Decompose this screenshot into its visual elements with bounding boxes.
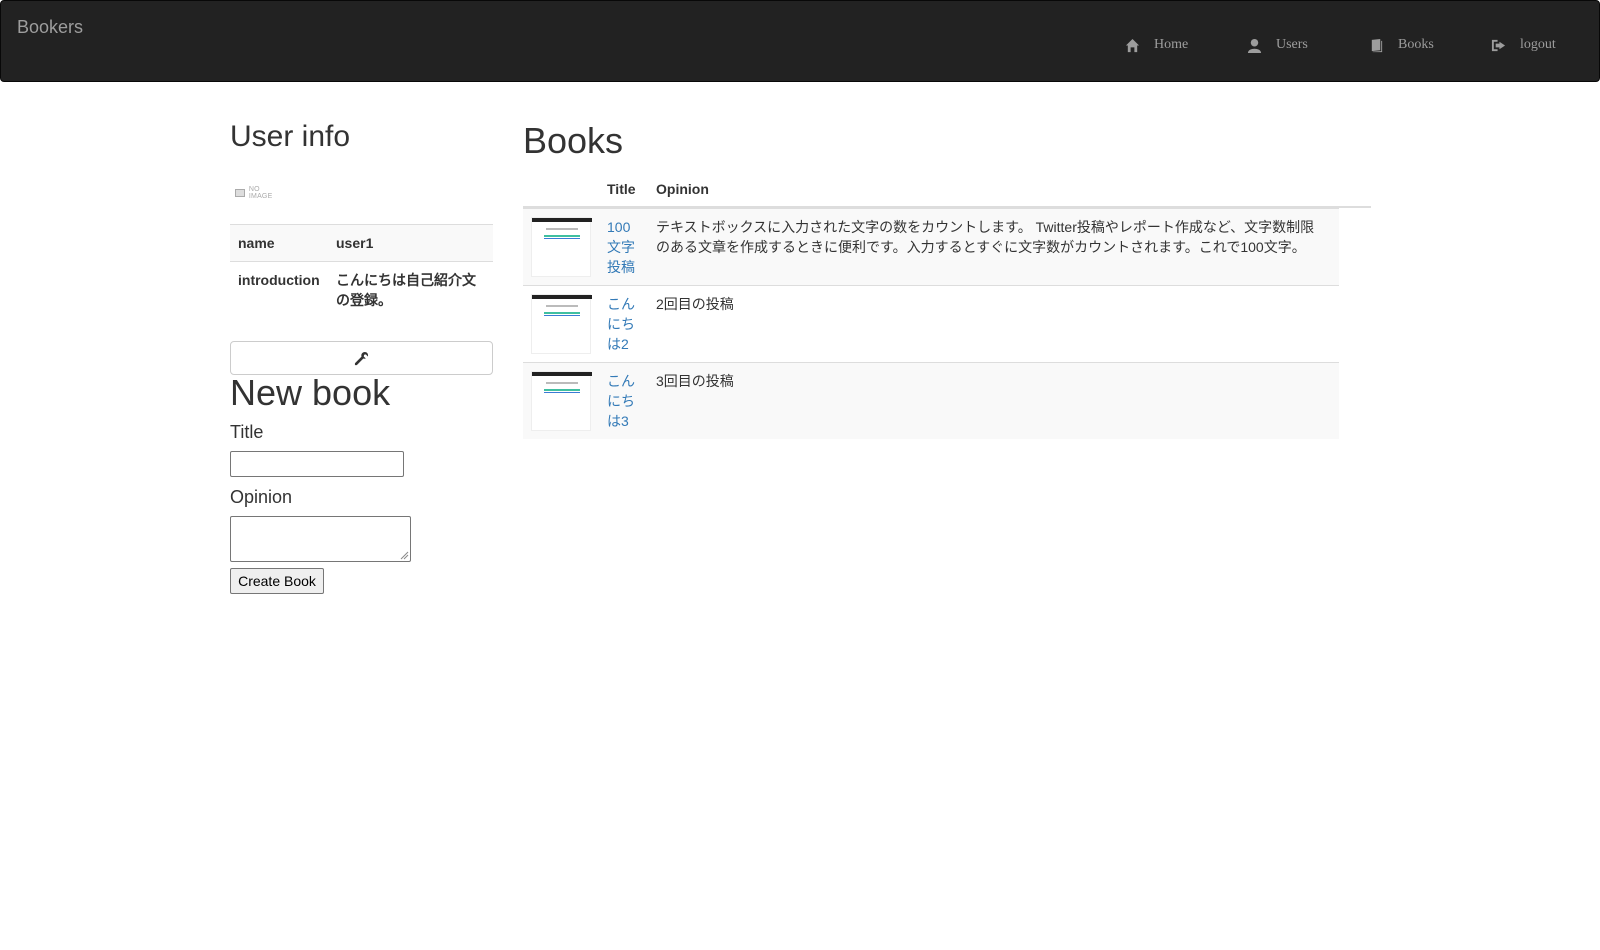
nav-home-label: Home — [1154, 37, 1189, 52]
user-name-value: user1 — [328, 224, 493, 262]
user-row-introduction: introduction こんにちは自己紹介文の登録。 — [230, 261, 493, 318]
user-name-key: name — [230, 224, 328, 262]
book-title-link[interactable]: 100文字投稿 — [607, 217, 639, 277]
book-title-link[interactable]: こんにちは3 — [607, 371, 639, 431]
opinion-label: Opinion — [230, 487, 293, 507]
title-label: Title — [230, 422, 264, 442]
nav-home[interactable]: Home — [1125, 35, 1188, 55]
column-header-title: Title — [607, 181, 636, 197]
books-heading: Books — [523, 120, 624, 161]
nav-logout-label: logout — [1520, 37, 1556, 52]
profile-image: NO IMAGE — [235, 186, 285, 200]
user-info-table: name user1 introduction こんにちは自己紹介文の登録。 — [230, 224, 493, 318]
user-row-name: name user1 — [230, 224, 493, 262]
edit-profile-button[interactable] — [230, 341, 493, 375]
top-navbar: Bookers Home Users Books logout — [0, 0, 1600, 82]
book-thumbnail[interactable] — [531, 294, 592, 354]
book-title-link[interactable]: こんにちは2 — [607, 294, 639, 354]
new-book-heading: New book — [230, 372, 391, 413]
wrench-icon — [354, 351, 369, 365]
book-icon — [1371, 38, 1383, 52]
nav-users[interactable]: Users — [1247, 35, 1308, 55]
book-thumbnail[interactable] — [531, 217, 592, 277]
user-info-heading: User info — [230, 120, 351, 153]
user-introduction-value: こんにちは自己紹介文の登録。 — [328, 261, 493, 318]
image-placeholder-icon — [235, 189, 245, 197]
user-icon — [1247, 38, 1262, 53]
logout-icon — [1491, 39, 1506, 51]
opinion-textarea[interactable] — [230, 516, 411, 562]
create-book-button[interactable]: Create Book — [230, 568, 324, 594]
resize-handle-icon[interactable] — [400, 551, 409, 560]
brand-link[interactable]: Bookers — [17, 17, 83, 38]
title-input[interactable] — [230, 451, 404, 477]
nav-books[interactable]: Books — [1369, 35, 1434, 55]
book-row: こんにちは2 2回目の投稿 — [523, 285, 1339, 362]
book-opinion: テキストボックスに入力された文字の数をカウントします。 Twitter投稿やレポ… — [656, 219, 1315, 255]
nav-users-label: Users — [1276, 37, 1308, 52]
home-icon — [1125, 38, 1140, 52]
user-introduction-key: introduction — [230, 261, 328, 318]
nav-logout[interactable]: logout — [1491, 35, 1556, 55]
nav-books-label: Books — [1398, 37, 1434, 52]
column-header-opinion: Opinion — [656, 181, 709, 197]
book-row: こんにちは3 3回目の投稿 — [523, 362, 1339, 439]
book-thumbnail[interactable] — [531, 371, 592, 431]
no-image-label: NO IMAGE — [248, 186, 273, 200]
book-opinion: 3回目の投稿 — [656, 373, 734, 389]
book-opinion: 2回目の投稿 — [656, 296, 734, 312]
book-row: 100文字投稿 テキストボックスに入力された文字の数をカウントします。 Twit… — [523, 208, 1339, 285]
